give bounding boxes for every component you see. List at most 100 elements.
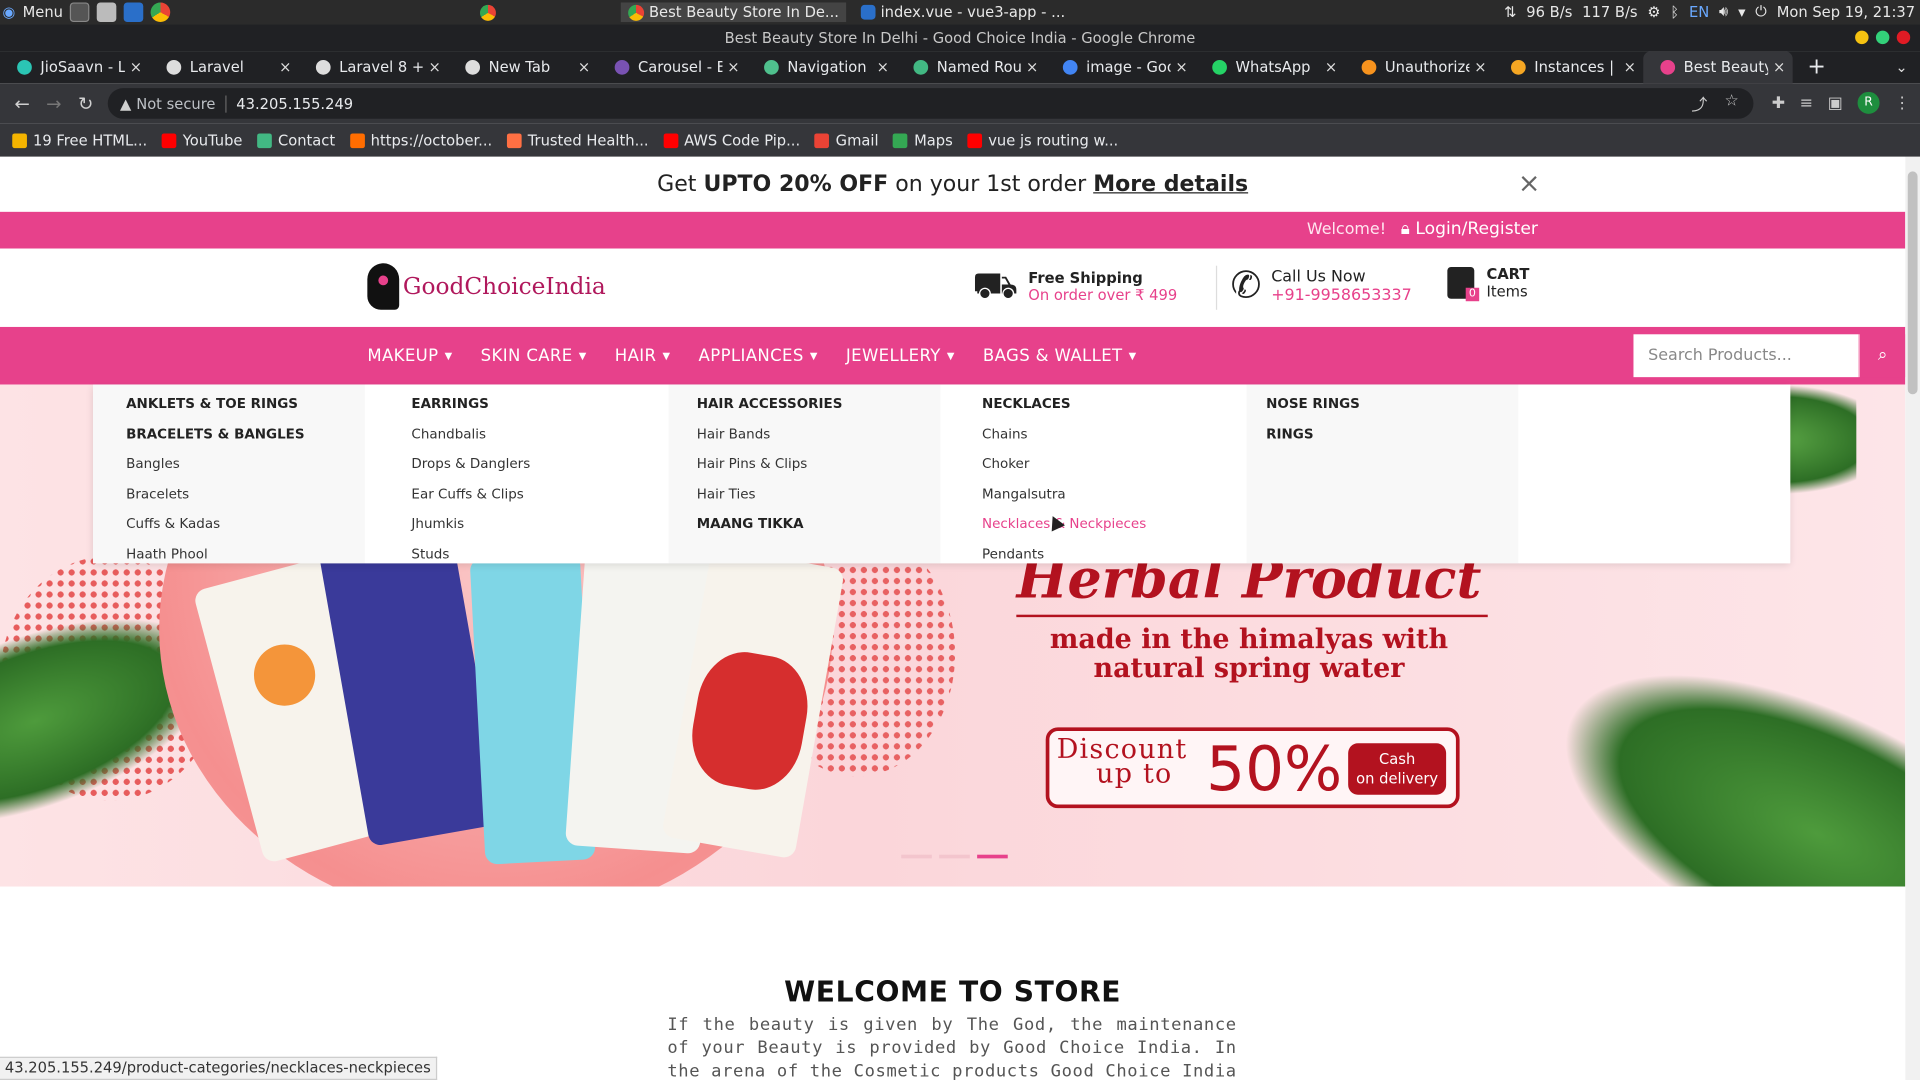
wifi-icon[interactable]: ▾: [1738, 3, 1745, 20]
side-panel-icon[interactable]: ▣: [1828, 94, 1843, 112]
mega-menu-link[interactable]: EARRINGS: [411, 389, 668, 419]
mega-menu-link[interactable]: NOSE RINGS: [1266, 389, 1518, 419]
power-icon[interactable]: ⏻: [1755, 2, 1767, 20]
tab-close-icon[interactable]: ×: [578, 59, 590, 76]
carousel-indicator[interactable]: [901, 854, 932, 859]
carousel-indicator[interactable]: [977, 854, 1008, 859]
mega-menu-link[interactable]: HAIR ACCESSORIES: [697, 389, 941, 419]
browser-tab[interactable]: Best Beauty ×: [1643, 51, 1793, 84]
promo-more-details-link[interactable]: More details: [1093, 171, 1248, 197]
bookmark-star-icon[interactable]: ☆: [1725, 92, 1739, 115]
nav-item-jewellery[interactable]: JEWELLERY ▼: [846, 346, 955, 366]
mega-menu-link[interactable]: Chains: [982, 419, 1246, 449]
settings-icon[interactable]: ⚙: [1647, 3, 1660, 20]
minimize-button[interactable]: [1855, 30, 1869, 45]
scrollbar-thumb[interactable]: [1907, 171, 1918, 395]
chrome-icon[interactable]: [480, 4, 496, 21]
tab-close-icon[interactable]: ×: [130, 59, 142, 76]
bookmark-item[interactable]: 19 Free HTML...: [12, 132, 147, 149]
nav-item-hair[interactable]: HAIR ▼: [615, 346, 671, 366]
warning-icon[interactable]: ▲: [120, 95, 131, 112]
mega-menu-link[interactable]: Pendants: [982, 539, 1246, 569]
address-bar[interactable]: ▲ Not secure 43.205.155.249 ⤴ ☆: [107, 88, 1754, 119]
mega-menu-link[interactable]: Choker: [982, 449, 1246, 479]
media-icon[interactable]: ≡: [1800, 94, 1813, 112]
browser-tab[interactable]: Carousel - B ×: [598, 51, 747, 83]
tab-search-icon[interactable]: ⌄: [1895, 51, 1920, 83]
cart-button[interactable]: 0 CART Items: [1447, 266, 1529, 302]
mega-menu-link[interactable]: Bracelets: [126, 479, 365, 509]
kebab-menu-icon[interactable]: ⋮: [1894, 94, 1910, 112]
call-number[interactable]: +91-9958653337: [1271, 287, 1412, 305]
clock[interactable]: Mon Sep 19, 21:37: [1777, 3, 1915, 20]
tab-close-icon[interactable]: ×: [1325, 59, 1337, 76]
search-input[interactable]: [1633, 334, 1859, 378]
close-window-button[interactable]: [1896, 30, 1911, 45]
new-tab-button[interactable]: +: [1793, 51, 1841, 83]
taskbar-vscode-window[interactable]: index.vue - vue3-app - ...: [854, 2, 1073, 22]
mega-menu-link[interactable]: Hair Ties: [697, 479, 941, 509]
menu-icon[interactable]: ◉: [2, 4, 15, 21]
mega-menu-link[interactable]: Necklaces & Neckpieces: [982, 509, 1246, 539]
browser-tab[interactable]: Laravel ×: [149, 51, 298, 83]
bookmark-item[interactable]: https://october...: [349, 132, 492, 149]
bookmark-item[interactable]: Maps: [893, 132, 953, 149]
share-icon[interactable]: ⤴: [1691, 92, 1707, 115]
tab-close-icon[interactable]: ×: [428, 59, 440, 76]
nav-item-bags-wallet[interactable]: BAGS & WALLET ▼: [983, 346, 1137, 366]
bookmark-item[interactable]: vue js routing w...: [967, 132, 1118, 149]
tab-close-icon[interactable]: ×: [1773, 59, 1785, 76]
files-icon[interactable]: [97, 2, 117, 23]
network-icon[interactable]: ⇅: [1504, 3, 1516, 20]
browser-tab[interactable]: New Tab ×: [448, 51, 597, 83]
mega-menu-link[interactable]: NECKLACES: [982, 389, 1246, 419]
bookmark-item[interactable]: Trusted Health...: [506, 132, 649, 149]
mega-menu-link[interactable]: RINGS: [1266, 419, 1518, 449]
tab-close-icon[interactable]: ×: [877, 59, 889, 76]
bookmark-item[interactable]: Gmail: [814, 132, 879, 149]
bookmark-item[interactable]: YouTube: [161, 132, 242, 149]
not-secure-label[interactable]: Not secure: [136, 95, 215, 112]
login-register-link[interactable]: 🔒︎ Login/Register: [1401, 219, 1538, 239]
vscode-icon[interactable]: [124, 2, 144, 23]
mega-menu-link[interactable]: Bangles: [126, 449, 365, 479]
mega-menu-link[interactable]: ANKLETS & TOE RINGS: [126, 389, 365, 419]
browser-tab[interactable]: Laravel 8 + V×: [299, 51, 448, 83]
close-icon[interactable]: ×: [1518, 157, 1541, 212]
browser-tab[interactable]: WhatsApp ×: [1195, 51, 1344, 83]
browser-tab[interactable]: Navigation ×: [747, 51, 896, 83]
tab-close-icon[interactable]: ×: [279, 59, 291, 76]
tab-close-icon[interactable]: ×: [1026, 59, 1038, 76]
browser-tab[interactable]: Instances | E ×: [1494, 51, 1643, 83]
bluetooth-icon[interactable]: ᛒ: [1670, 3, 1679, 20]
mega-menu-link[interactable]: Chandbalis: [411, 419, 668, 449]
url-text[interactable]: 43.205.155.249: [236, 95, 353, 112]
os-menu-label[interactable]: Menu: [23, 4, 63, 21]
mega-menu-link[interactable]: Jhumkis: [411, 509, 668, 539]
forward-arrow-icon[interactable]: →: [38, 92, 70, 114]
browser-tab[interactable]: Unauthorize ×: [1344, 51, 1493, 83]
browser-tab[interactable]: JioSaavn - Li ×: [0, 51, 149, 83]
tab-close-icon[interactable]: ×: [727, 59, 739, 76]
extensions-icon[interactable]: ✚: [1772, 94, 1785, 112]
taskbar-chrome-window[interactable]: Best Beauty Store In De...: [620, 2, 847, 23]
tab-close-icon[interactable]: ×: [1474, 59, 1486, 76]
terminal-icon[interactable]: [70, 2, 90, 23]
browser-tab[interactable]: image - Goo ×: [1046, 51, 1195, 83]
page-scrollbar[interactable]: [1905, 156, 1920, 1080]
mega-menu-link[interactable]: Mangalsutra: [982, 479, 1246, 509]
mega-menu-link[interactable]: Ear Cuffs & Clips: [411, 479, 668, 509]
back-arrow-icon[interactable]: ←: [6, 92, 38, 114]
mega-menu-link[interactable]: Hair Bands: [697, 419, 941, 449]
bookmark-item[interactable]: Contact: [257, 132, 335, 149]
mega-menu-link[interactable]: Studs: [411, 539, 668, 569]
nav-item-skin-care[interactable]: SKIN CARE ▼: [481, 346, 587, 366]
reload-icon[interactable]: ↻: [70, 92, 102, 114]
nav-item-makeup[interactable]: MAKEUP ▼: [367, 346, 452, 366]
tab-close-icon[interactable]: ×: [1175, 59, 1187, 76]
chrome-icon[interactable]: [151, 2, 171, 23]
mega-menu-link[interactable]: Cuffs & Kadas: [126, 509, 365, 539]
volume-icon[interactable]: 🔊︎: [1719, 2, 1728, 20]
search-button[interactable]: ⌕: [1858, 334, 1906, 378]
mega-menu-link[interactable]: Haath Phool: [126, 539, 365, 569]
